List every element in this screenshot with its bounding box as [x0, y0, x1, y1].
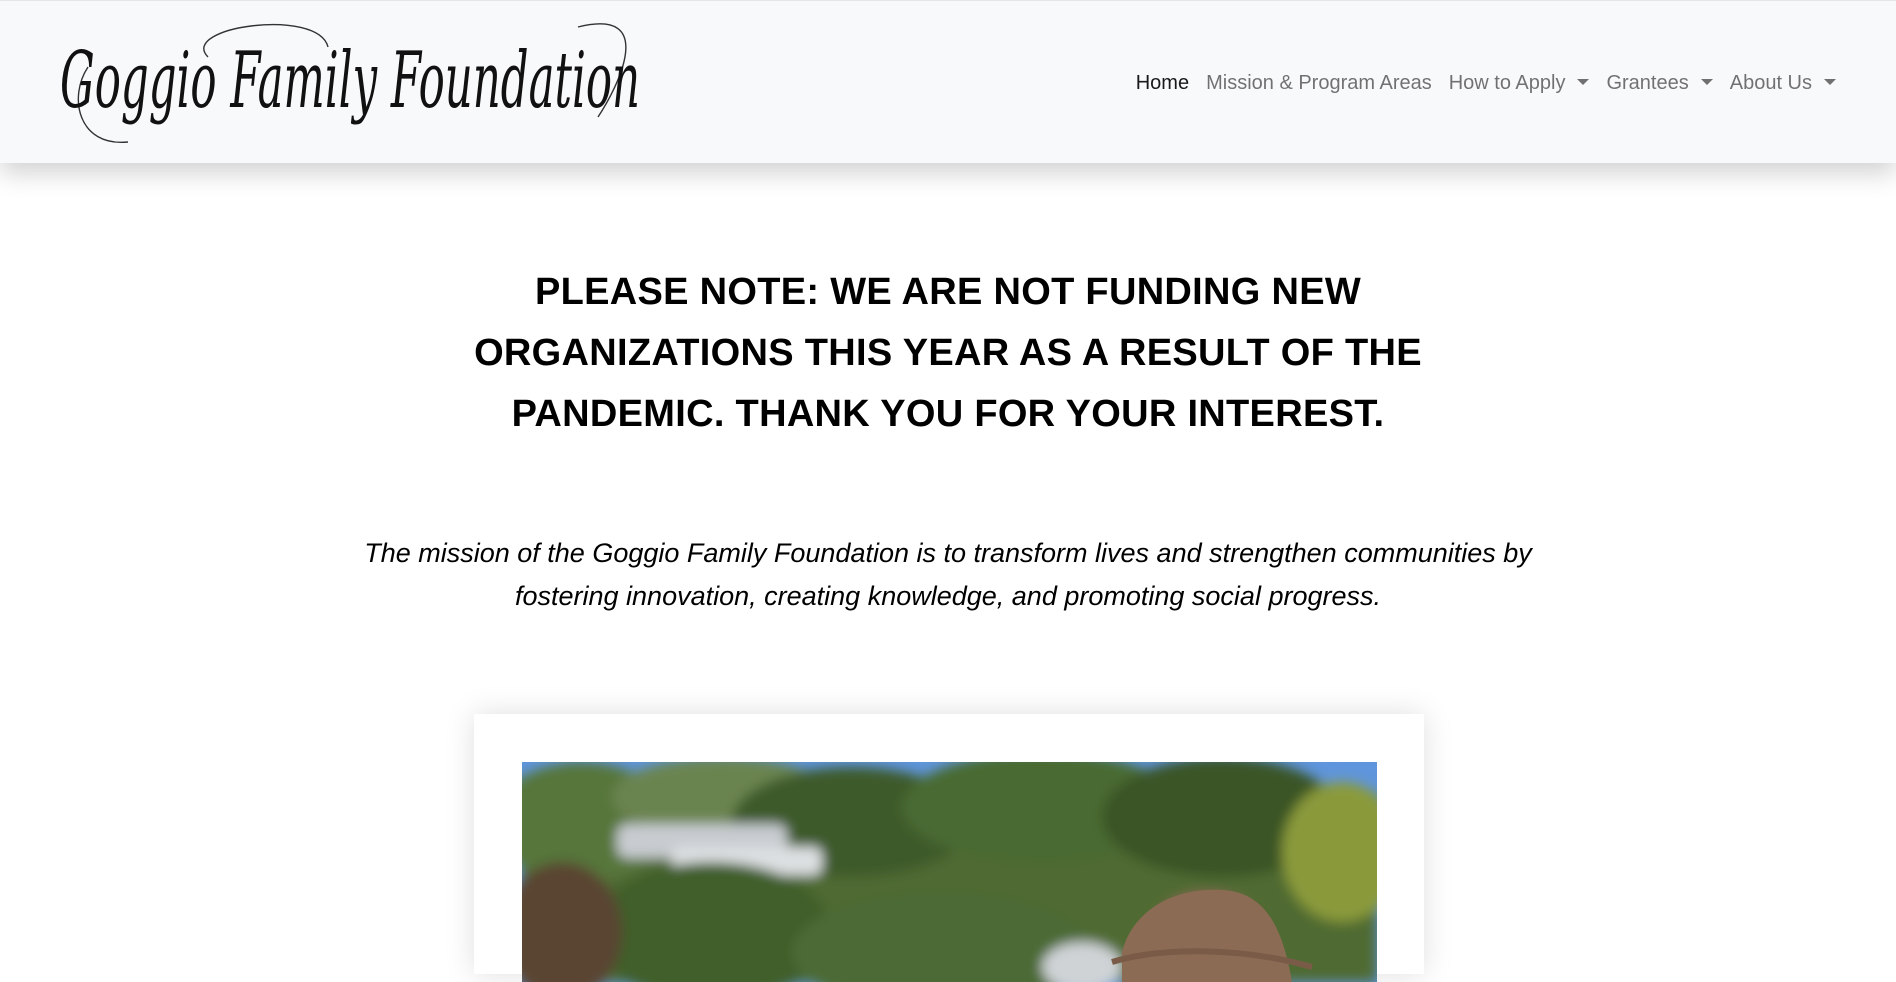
nav-home-label: Home	[1135, 72, 1190, 94]
nav-grantees-dropdown[interactable]: Grantees	[1606, 69, 1713, 97]
logo-text: Goggio Family Foundation	[60, 36, 640, 126]
nav-about-us-label: About Us	[1729, 72, 1812, 94]
nav-about-us-dropdown[interactable]: About Us	[1730, 69, 1836, 97]
logo-script-image: Goggio Family Foundation	[60, 23, 640, 143]
nav-mission-program-areas[interactable]: Mission & Program Areas	[1206, 69, 1432, 97]
caret-down-icon	[1577, 79, 1590, 85]
navbar: Goggio Family Foundation Home Mission & …	[0, 0, 1896, 163]
featured-photo	[522, 762, 1377, 982]
caret-down-icon	[1700, 79, 1713, 85]
photo-image	[522, 762, 1377, 982]
photo-card	[474, 714, 1424, 982]
caret-down-icon	[1824, 79, 1836, 85]
mission-statement: The mission of the Goggio Family Foundat…	[364, 538, 1532, 611]
funding-notice-heading: PLEASE NOTE: WE ARE NOT FUNDING NEW ORGA…	[474, 271, 1422, 435]
main-nav: Home Mission & Program Areas How to Appl…	[1136, 69, 1836, 97]
nav-how-to-apply-label: How to Apply	[1448, 72, 1566, 94]
nav-home[interactable]: Home	[1136, 69, 1189, 97]
nav-mission-label: Mission & Program Areas	[1206, 72, 1432, 94]
foundation-logo[interactable]: Goggio Family Foundation	[58, 7, 648, 157]
nav-grantees-label: Grantees	[1606, 72, 1689, 94]
nav-how-to-apply-dropdown[interactable]: How to Apply	[1449, 69, 1590, 97]
